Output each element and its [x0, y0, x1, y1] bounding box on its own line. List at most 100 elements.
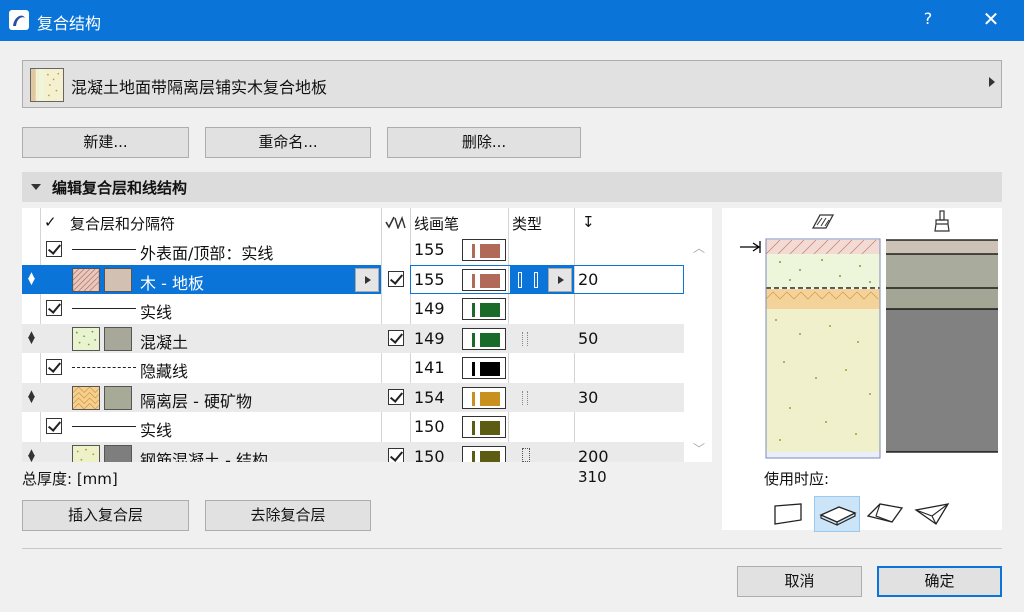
type-icon — [522, 447, 530, 462]
table-scrollbar[interactable]: ︿ ﹀ — [684, 235, 712, 462]
close-button[interactable]: ✕ — [980, 7, 1002, 31]
row-pen-number: 154 — [414, 387, 445, 407]
table-row[interactable]: ▲ ▼ 混凝土 149 50 — [22, 323, 684, 353]
row-checkbox[interactable] — [388, 329, 404, 346]
title-bar: 复合结构 ? ✕ — [0, 0, 1024, 41]
row-checkbox[interactable] — [46, 418, 62, 434]
pen-swatch[interactable] — [462, 416, 506, 438]
row-pen-number: 141 — [414, 358, 445, 377]
row-checkbox[interactable] — [46, 359, 62, 375]
collapse-triangle-icon — [31, 184, 41, 190]
layers-table: ✓ 复合层和分隔符 线画笔 类型 ↧ 外表面/顶部：实线 155 ▲ ▼ 木 - … — [22, 208, 712, 462]
row-label: 隔离层 - 硬矿物 — [140, 391, 252, 411]
header-layers: 复合层和分隔符 — [70, 215, 176, 233]
table-header: ✓ 复合层和分隔符 线画笔 类型 ↧ — [22, 208, 712, 235]
pen-swatch[interactable] — [462, 298, 506, 320]
row-label: 木 - 地板 — [140, 273, 204, 293]
drag-handle-icon[interactable]: ▲ ▼ — [28, 448, 35, 462]
chevron-right-icon — [365, 275, 371, 284]
section-header[interactable]: 编辑复合层和线结构 — [22, 172, 1002, 202]
row-thickness[interactable]: 20 — [578, 270, 598, 289]
table-row[interactable]: 实线 150 — [22, 412, 684, 442]
ok-button[interactable]: 确定 — [877, 566, 1002, 597]
total-thickness-value: 310 — [578, 468, 607, 486]
drag-handle-icon[interactable]: ▲ ▼ — [28, 389, 35, 404]
cancel-button[interactable]: 取消 — [737, 566, 862, 597]
remove-layer-button[interactable]: 去除复合层 — [205, 500, 371, 531]
solid-line-sample — [72, 249, 136, 250]
row-label: 混凝土 — [140, 332, 189, 352]
slab-icon — [819, 506, 857, 526]
delete-button[interactable]: 删除... — [387, 127, 581, 158]
row-label: 钢筋混凝土 - 结构 — [140, 450, 268, 463]
type-icon — [518, 271, 522, 288]
type-icon — [522, 331, 528, 346]
roof-icon — [866, 503, 904, 523]
wall-icon — [774, 503, 802, 525]
pen-swatch[interactable] — [462, 445, 506, 462]
rc-fill-swatch — [104, 444, 132, 462]
wood-fill-swatch — [104, 267, 132, 292]
usage-label: 使用时应: — [764, 470, 830, 488]
insulation-hatch-swatch — [72, 385, 100, 410]
row-label: 实线 — [140, 421, 173, 440]
section-preview-drawing — [740, 238, 998, 459]
rename-button[interactable]: 重命名... — [205, 127, 371, 158]
scroll-up-icon[interactable]: ︿ — [693, 239, 705, 256]
header-type: 类型 — [512, 215, 543, 233]
row-thickness[interactable]: 30 — [578, 388, 598, 407]
row-checkbox[interactable] — [46, 241, 62, 257]
rc-hatch-swatch — [72, 444, 100, 462]
row-label: 隐藏线 — [140, 362, 189, 381]
row-checkbox[interactable] — [388, 270, 404, 287]
type-menu-button[interactable] — [548, 267, 572, 292]
row-pen-number: 149 — [414, 299, 445, 318]
usage-slab-button[interactable] — [814, 496, 860, 532]
help-button[interactable]: ? — [918, 9, 938, 28]
type-cell[interactable] — [510, 264, 574, 294]
row-pen-number: 155 — [414, 240, 445, 259]
drag-handle-icon[interactable]: ▲ ▼ — [28, 271, 35, 286]
row-checkbox[interactable] — [388, 447, 404, 462]
solid-line-sample — [72, 308, 136, 309]
scroll-down-icon[interactable]: ﹀ — [693, 440, 705, 457]
row-pen-number: 155 — [414, 269, 445, 289]
row-thickness[interactable]: 50 — [578, 329, 598, 348]
pen-swatch[interactable] — [462, 357, 506, 379]
drag-handle-icon[interactable]: ▲ ▼ — [28, 330, 35, 345]
row-pen-number: 149 — [414, 328, 445, 348]
table-row[interactable]: ▲ ▼ 钢筋混凝土 - 结构 150 200 — [22, 441, 684, 463]
pen-swatch[interactable] — [462, 386, 506, 409]
insert-layer-button[interactable]: 插入复合层 — [22, 500, 189, 531]
section-title: 编辑复合层和线结构 — [52, 179, 188, 197]
table-row[interactable]: 隐藏线 141 — [22, 353, 684, 383]
row-pen-number: 150 — [414, 446, 445, 463]
footer-divider — [22, 548, 1002, 549]
usage-wall-button[interactable] — [765, 496, 811, 532]
table-row[interactable]: ▲ ▼ 隔离层 - 硬矿物 154 30 — [22, 382, 684, 412]
row-checkbox[interactable] — [388, 388, 404, 405]
pen-swatch[interactable] — [462, 327, 506, 350]
row-checkbox[interactable] — [46, 300, 62, 316]
row-label: 实线 — [140, 303, 173, 322]
pen-swatch[interactable] — [462, 239, 506, 261]
paintbrush-icon — [934, 210, 950, 232]
fill-menu-button[interactable] — [355, 267, 379, 292]
table-row[interactable]: 实线 149 — [22, 294, 684, 324]
structure-selector[interactable]: 混凝土地面带隔离层铺实木复合地板 — [22, 60, 1002, 108]
hatch-display-icon — [812, 214, 834, 229]
usage-roof-button[interactable] — [862, 496, 908, 532]
usage-shell-button[interactable] — [910, 496, 956, 532]
solid-line-sample — [72, 426, 136, 427]
table-row[interactable]: 外表面/顶部：实线 155 — [22, 235, 684, 265]
row-thickness[interactable]: 200 — [578, 447, 609, 463]
new-button[interactable]: 新建... — [22, 127, 189, 158]
shell-icon — [914, 503, 950, 525]
structure-thumbnail-icon — [30, 68, 64, 102]
type-icon — [522, 390, 528, 405]
type-icon — [534, 271, 538, 288]
chevron-right-icon — [558, 275, 564, 284]
pen-swatch[interactable] — [462, 268, 506, 291]
check-pen-column-icon — [385, 216, 406, 229]
table-row-selected[interactable]: ▲ ▼ 木 - 地板 155 20 — [22, 264, 684, 294]
